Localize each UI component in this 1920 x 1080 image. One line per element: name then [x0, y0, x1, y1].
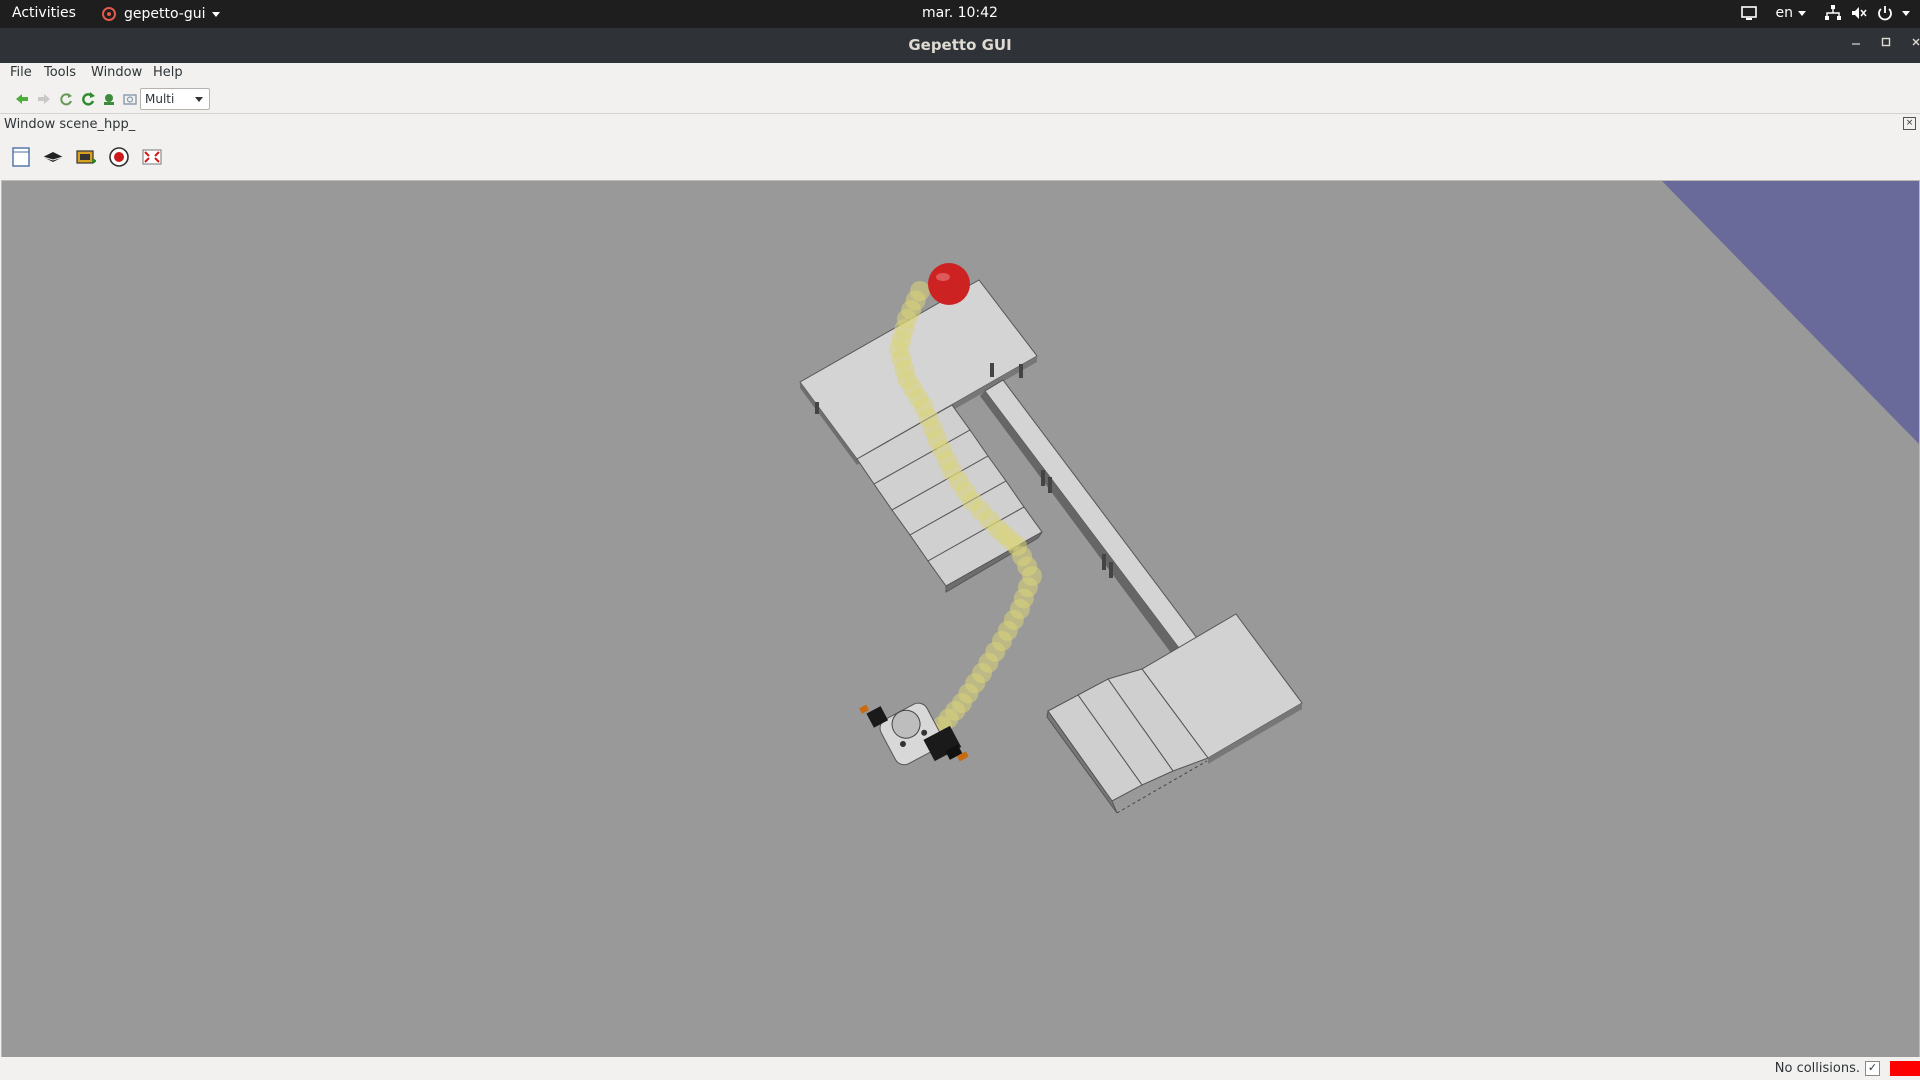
maximize-icon	[1881, 37, 1891, 47]
minimize-button[interactable]	[1846, 35, 1866, 55]
viewer-toolbar	[0, 134, 1920, 179]
collision-status: No collisions.	[1774, 1061, 1860, 1076]
volume-muted-icon	[1852, 7, 1867, 19]
fit-view-icon[interactable]	[140, 145, 164, 169]
system-top-bar: Activities gepetto-gui mar. 10:42 en	[0, 0, 1920, 28]
maximize-button[interactable]	[1876, 35, 1896, 55]
power-icon	[1878, 6, 1892, 21]
forward-arrow-icon[interactable]	[36, 91, 52, 107]
goal-highlight	[936, 273, 950, 281]
support-leg	[990, 363, 994, 377]
back-arrow-icon[interactable]	[14, 91, 30, 107]
support-leg	[815, 402, 819, 414]
chevron-down-icon	[195, 97, 203, 102]
status-bar: No collisions. ✓	[0, 1057, 1920, 1080]
chevron-down-icon	[1798, 10, 1806, 16]
minimize-icon	[1852, 43, 1860, 45]
menu-window[interactable]: Window	[91, 65, 142, 80]
add-body-icon[interactable]	[101, 91, 117, 107]
language-label: en	[1775, 5, 1794, 21]
collision-indicator	[1890, 1061, 1920, 1076]
support-leg	[1048, 477, 1052, 493]
system-tray[interactable]	[1824, 4, 1910, 22]
refresh-small-icon[interactable]	[58, 91, 74, 107]
display-icon[interactable]	[1740, 4, 1758, 22]
reload-icon[interactable]	[80, 91, 96, 107]
close-icon	[1912, 38, 1920, 46]
collision-check-checkbox[interactable]: ✓	[1865, 1061, 1880, 1076]
support-leg	[1041, 470, 1045, 486]
close-window-button[interactable]	[1906, 35, 1920, 55]
sky-region	[1662, 181, 1919, 444]
viewer-mode-value: Multi	[145, 92, 175, 106]
support-leg	[1102, 554, 1106, 570]
close-dock-button[interactable]: ×	[1903, 117, 1916, 130]
3d-viewport[interactable]	[1, 180, 1920, 1058]
menu-help[interactable]: Help	[153, 65, 183, 80]
support-leg	[1109, 562, 1113, 578]
new-node-icon[interactable]	[9, 145, 33, 169]
robot-model	[859, 702, 969, 766]
menu-tools[interactable]: Tools	[44, 65, 76, 80]
viewer-mode-select[interactable]: Multi	[140, 88, 210, 110]
window-title-bar[interactable]: Gepetto GUI	[0, 28, 1920, 63]
camera-icon[interactable]	[41, 145, 65, 169]
network-icon	[1825, 5, 1841, 20]
chevron-down-icon	[1902, 10, 1910, 16]
osg-window-dock-title: Window scene_hpp_ ×	[0, 114, 1920, 134]
capture-icon[interactable]	[74, 145, 98, 169]
clock[interactable]: mar. 10:42	[0, 5, 1920, 21]
record-icon[interactable]	[107, 145, 131, 169]
language-indicator[interactable]: en	[1775, 5, 1806, 21]
window-title: Gepetto GUI	[908, 36, 1012, 54]
menu-file[interactable]: File	[10, 65, 32, 80]
scene-render	[799, 181, 1919, 814]
screenshot-icon[interactable]	[122, 91, 138, 107]
support-leg	[1019, 364, 1023, 378]
dock-window-title: Window scene_hpp_	[4, 117, 136, 132]
main-toolbar: Multi	[0, 85, 1920, 114]
goal-sphere	[928, 263, 970, 305]
menu-bar: File Tools Window Help	[0, 63, 1920, 86]
